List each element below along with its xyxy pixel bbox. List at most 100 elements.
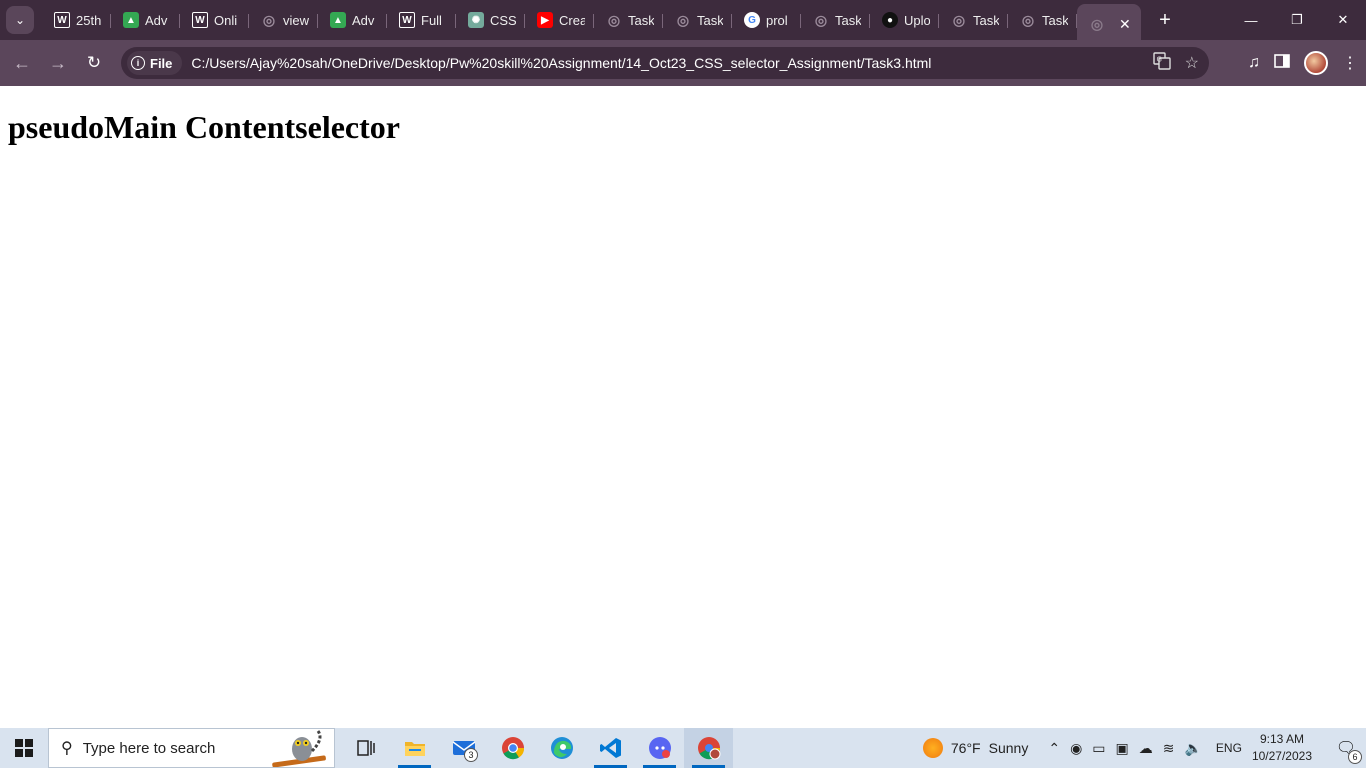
discord-icon	[648, 737, 671, 759]
search-placeholder: Type here to search	[82, 739, 216, 757]
search-icon: ⚲	[61, 740, 73, 757]
tab-list: W 25th ▲ Adv W Onli ◎ view ▲ Adv W Full ✺ CSS ▶ Crea ◎ Ta…	[42, 0, 1141, 44]
meet-icon[interactable]: ▣	[1116, 740, 1129, 757]
notification-button[interactable]: 🗨 6	[1326, 728, 1366, 768]
reload-button[interactable]: ↻	[76, 45, 112, 81]
browser-tab[interactable]: ✺ CSS	[456, 4, 525, 36]
globe-icon: ◎	[1090, 15, 1104, 32]
taskbar-search[interactable]: ⚲ Type here to search	[48, 728, 335, 768]
discord-button[interactable]	[635, 728, 684, 768]
browser-tab[interactable]: W 25th	[42, 4, 111, 36]
browser-tab[interactable]: ● Uplo	[870, 4, 939, 36]
active-browser-tab[interactable]: ◎ ✕	[1077, 4, 1141, 44]
browser-tab[interactable]: ▶ Crea	[525, 4, 594, 36]
browser-tab[interactable]: ◎ Task	[939, 4, 1008, 36]
tab-label: Adv	[145, 12, 168, 28]
wordpress-icon: W	[54, 12, 70, 28]
media-control-icon[interactable]: ♫	[1248, 54, 1260, 72]
browser-tab[interactable]: ▲ Adv	[111, 4, 180, 36]
tab-label: 25th	[76, 12, 102, 28]
bookmark-star-icon[interactable]: ☆	[1185, 53, 1199, 73]
globe-icon: ◎	[814, 11, 828, 28]
clock-time: 9:13 AM	[1259, 732, 1304, 746]
site-chip-label: File	[150, 55, 173, 71]
weather-widget[interactable]: 76°F Sunny	[922, 738, 1028, 758]
chevron-down-icon: ⌄	[14, 13, 26, 27]
forward-button[interactable]: →	[40, 45, 76, 81]
restore-button[interactable]: ❐	[1274, 0, 1320, 40]
back-button[interactable]: ←	[4, 45, 40, 81]
browser-tab[interactable]: ◎ Task	[801, 4, 870, 36]
tray-icons: ⌃ ◉ ▭ ▣ ☁ ≋ 🔈	[1048, 740, 1202, 757]
tab-label: Crea	[559, 12, 585, 28]
info-icon: i	[131, 56, 145, 70]
svg-text:G: G	[1156, 55, 1161, 63]
file-explorer-button[interactable]	[390, 728, 439, 768]
tab-label: CSS	[490, 12, 516, 28]
translate-icon[interactable]: G	[1152, 51, 1171, 75]
globe-icon: ◎	[607, 11, 621, 28]
browser-tab[interactable]: ◎ Task	[1008, 4, 1077, 36]
side-panel-icon[interactable]	[1274, 53, 1290, 74]
address-bar[interactable]: i File C:/Users/Ajay%20sah/OneDrive/Desk…	[121, 47, 1209, 79]
task-view-button[interactable]	[341, 728, 390, 768]
page-heading: pseudoMain Contentselector	[8, 109, 400, 145]
site-info-chip[interactable]: i File	[127, 51, 183, 75]
chrome-profile-button[interactable]	[684, 728, 733, 768]
profile-avatar[interactable]	[1304, 51, 1328, 75]
globe-icon: ◎	[262, 11, 276, 28]
web-page: pseudoMain Contentselector	[0, 86, 1366, 728]
browser-tab[interactable]: W Onli	[180, 4, 249, 36]
edge-button[interactable]	[537, 728, 586, 768]
clock[interactable]: 9:13 AM 10/27/2023	[1252, 731, 1312, 765]
tab-label: Task	[1042, 12, 1068, 28]
more-menu-icon[interactable]: ⋮	[1342, 53, 1358, 73]
url-text[interactable]: C:/Users/Ajay%20sah/OneDrive/Desktop/Pw%…	[191, 55, 931, 71]
tab-label: Full	[421, 12, 442, 28]
tab-label: view	[283, 12, 309, 28]
tab-label: Uplo	[904, 12, 930, 28]
globe-icon: ◎	[952, 11, 966, 28]
tab-strip: ⌄ W 25th ▲ Adv W Onli ◎ view ▲ Adv W Full ✺ CSS ▶ Crea ◎…	[0, 0, 1366, 44]
device-icon[interactable]: ▭	[1092, 740, 1105, 757]
chevron-up-icon[interactable]: ⌃	[1048, 740, 1060, 757]
reload-icon: ↻	[86, 53, 102, 72]
start-button[interactable]	[0, 728, 48, 768]
clock-date: 10/27/2023	[1251, 749, 1312, 763]
weather-temp: 76°F	[950, 740, 981, 756]
wifi-icon[interactable]: ≋	[1163, 740, 1175, 757]
chrome-icon	[501, 737, 524, 760]
tab-label: Task	[973, 12, 999, 28]
volume-icon[interactable]: 🔈	[1184, 740, 1201, 757]
tab-label: prol	[766, 12, 788, 28]
vscode-button[interactable]	[586, 728, 635, 768]
browser-tab[interactable]: ◎ view	[249, 4, 318, 36]
new-tab-button[interactable]: +	[1153, 9, 1177, 32]
vscode-icon	[599, 738, 621, 758]
system-tray: 76°F Sunny ⌃ ◉ ▭ ▣ ☁ ≋ 🔈 ENG 9:13 AM 10/…	[922, 728, 1366, 768]
globe-icon: ◎	[676, 11, 690, 28]
browser-tab[interactable]: Gprol	[732, 4, 801, 36]
tab-label: Onli	[214, 12, 238, 28]
tab-label: Adv	[352, 12, 375, 28]
folder-icon	[404, 742, 425, 756]
youtube-icon: ▶	[537, 12, 553, 28]
minimize-button[interactable]: —	[1228, 0, 1274, 40]
record-icon[interactable]: ◉	[1070, 740, 1082, 757]
browser-tab[interactable]: ◎ Task	[594, 4, 663, 36]
browser-tab[interactable]: ▲ Adv	[318, 4, 387, 36]
arrow-right-icon: →	[49, 52, 67, 73]
mail-button[interactable]: 3	[439, 728, 488, 768]
tab-search-button[interactable]: ⌄	[6, 6, 34, 34]
chrome-profile-icon	[697, 737, 720, 760]
close-tab-icon[interactable]: ✕	[1119, 16, 1131, 33]
tab-label: Task	[835, 12, 861, 28]
chrome-button[interactable]	[488, 728, 537, 768]
close-window-button[interactable]: ✕	[1320, 0, 1366, 40]
globe-icon: ◎	[1021, 11, 1035, 28]
onedrive-cloud-icon[interactable]: ☁	[1139, 740, 1153, 757]
browser-tab[interactable]: W Full	[387, 4, 456, 36]
taskbar-apps: 3	[341, 728, 733, 768]
language-indicator[interactable]: ENG	[1216, 741, 1242, 755]
browser-tab[interactable]: ◎ Task	[663, 4, 732, 36]
